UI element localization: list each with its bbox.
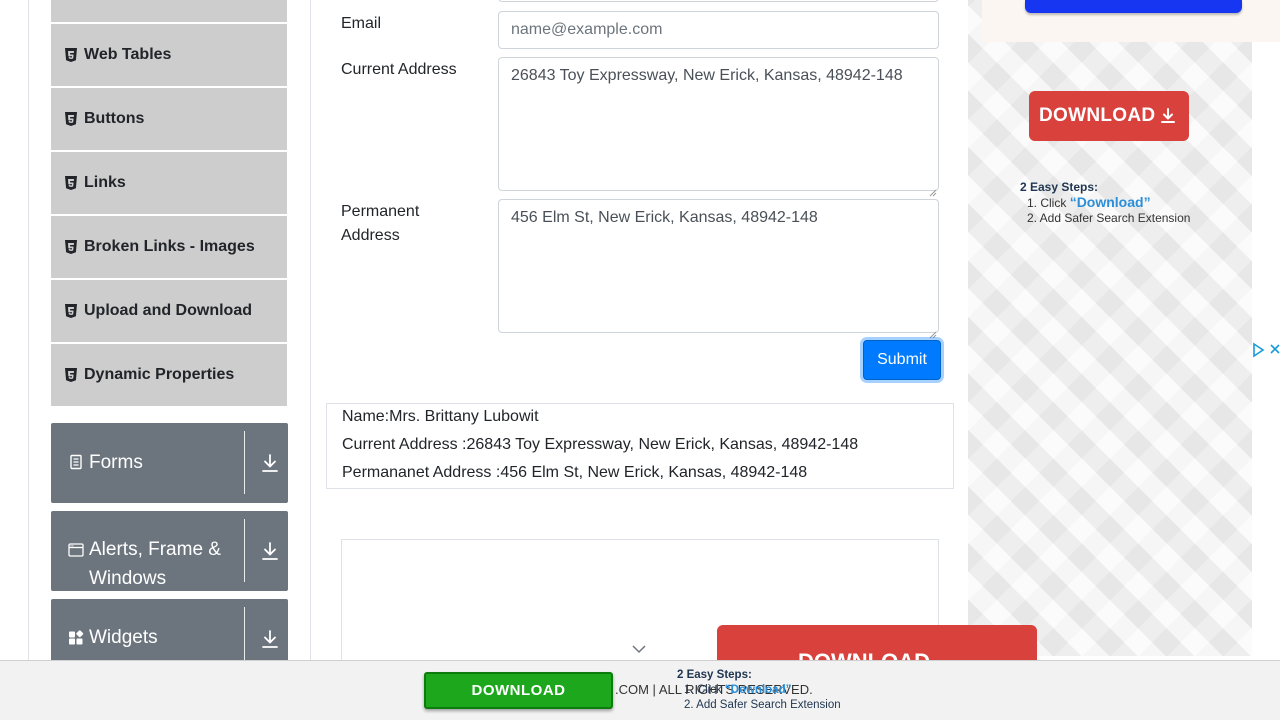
menu-item-dynamic-properties[interactable]: Dynamic Properties [51,344,287,406]
ad-download-button[interactable]: DOWNLOAD [1029,91,1189,141]
menu-item-broken-links[interactable]: Broken Links - Images [51,216,287,278]
menu-item-links[interactable]: Links [51,152,287,214]
menu-item-label: Links [84,174,126,191]
ad-steps-title: 2 Easy Steps: [1020,180,1099,194]
footer-steps-title: 2 Easy Steps: [677,669,752,681]
permanent-address-label: Permanent Address [341,203,420,244]
ad-blue-button[interactable] [1025,0,1242,13]
footer-step2: 2. Add Safer Search Extension [684,699,841,711]
window-icon [68,542,84,558]
output-name: Name:Mrs. Brittany Lubowit [342,408,539,425]
html5-icon [65,368,77,382]
html5-icon [65,176,77,190]
form-icon [68,454,84,470]
html5-icon [65,304,77,318]
download-arrow-icon[interactable] [261,541,279,561]
permanent-address-textarea[interactable]: 456 Elm St, New Erick, Kansas, 48942-148 [498,199,939,339]
widgets-icon [68,630,84,646]
email-field[interactable]: name@example.com [498,11,939,49]
page: Web Tables Buttons Links Broken Links - … [0,0,1280,720]
download-arrow-icon [1161,108,1176,123]
menu-item-label: Buttons [84,110,145,127]
ad-step2: 2. Add Safer Search Extension [1027,211,1191,225]
menu-item-web-tables[interactable]: Web Tables [51,24,287,86]
ad-step1-highlight[interactable]: “Download” [1070,194,1151,210]
footer-download-button[interactable]: DOWNLOAD [424,672,613,709]
html5-icon [65,48,77,62]
menu-item-label: Web Tables [84,46,172,63]
footer-download-label: DOWNLOAD [471,682,566,699]
html5-icon [65,112,77,126]
menu-item-buttons[interactable]: Buttons [51,88,287,150]
submit-label: Submit [877,351,927,368]
current-address-value: 26843 Toy Expressway, New Erick, Kansas,… [511,67,903,84]
resize-handle-icon[interactable] [929,181,937,197]
ad-download-label: DOWNLOAD [1039,105,1156,126]
menu-item-top[interactable] [51,0,287,22]
output-current-address: Current Address :26843 Toy Expressway, N… [342,436,859,453]
output-box: Name:Mrs. Brittany Lubowit Current Addre… [326,403,954,489]
group-divider [244,431,245,494]
chevron-down-icon[interactable] [631,642,647,654]
left-panel: Web Tables Buttons Links Broken Links - … [28,0,311,679]
ad-steps: 2 Easy Steps: 1. Click “Download” 2. Add… [1020,180,1190,226]
group-header-forms[interactable]: Forms [51,423,288,503]
output-permanent-address: Permananet Address :456 Elm St, New Eric… [342,464,808,481]
ad-step1-prefix: 1. Click [1027,196,1070,210]
permanent-address-value: 456 Elm St, New Erick, Kansas, 48942-148 [511,209,818,226]
download-arrow-icon[interactable] [261,453,279,473]
email-label: Email [341,15,382,32]
footer-steps: 2 Easy Steps: 1. Click “Download” 2. Add… [677,668,841,713]
menu-item-label: Broken Links - Images [84,238,255,255]
group-title: Alerts, Frame & Windows [89,539,221,589]
adchoices-icon[interactable] [1252,342,1280,358]
email-placeholder: name@example.com [511,21,663,38]
group-divider [244,519,245,582]
footer-step1-highlight[interactable]: “Download” [725,684,791,696]
resize-handle-icon[interactable] [929,323,937,339]
menu-item-label: Dynamic Properties [84,366,235,383]
current-address-textarea[interactable]: 26843 Toy Expressway, New Erick, Kansas,… [498,57,939,197]
group-header-alerts[interactable]: Alerts, Frame & Windows [51,511,288,591]
html5-icon [65,240,77,254]
group-title: Widgets [89,627,158,648]
submit-button[interactable]: Submit [863,340,941,380]
menu-item-label: Upload and Download [84,302,252,319]
current-address-label: Current Address [341,61,457,78]
previous-field-edge [498,0,939,2]
menu-item-upload-download[interactable]: Upload and Download [51,280,287,342]
download-arrow-icon[interactable] [261,629,279,649]
footer-step1-prefix: 1. Click [684,684,725,696]
group-title: Forms [89,452,143,473]
